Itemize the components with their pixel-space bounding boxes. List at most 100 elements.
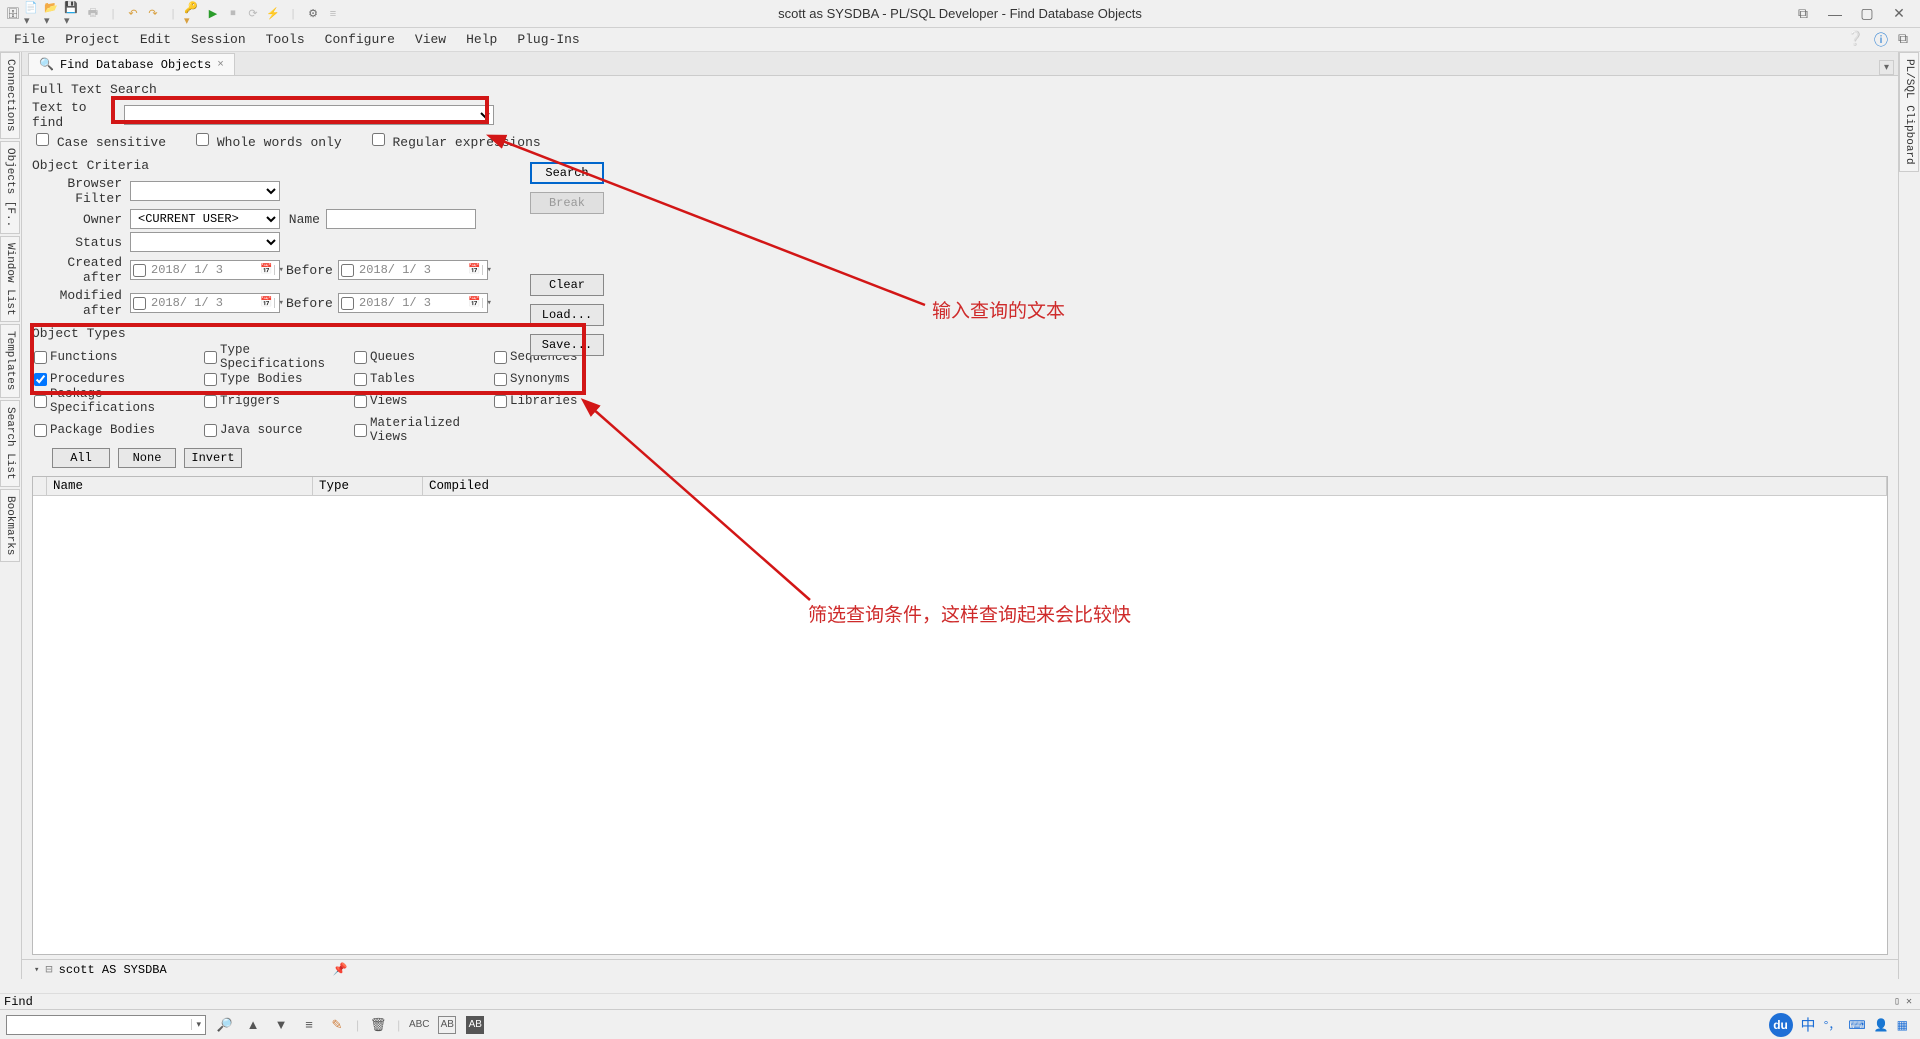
type-libraries[interactable]: Libraries [494, 387, 614, 415]
restore-down-icon[interactable]: ⧉ [1794, 5, 1812, 23]
abc-icon[interactable]: ABC [410, 1016, 428, 1034]
regex-checkbox[interactable]: Regular expressions [372, 133, 541, 150]
modified-before-date[interactable]: 📅▾ [338, 293, 488, 313]
run-icon[interactable]: ▶ [204, 5, 222, 23]
type-type-bodies[interactable]: Type Bodies [204, 372, 354, 386]
col-name[interactable]: Name [47, 477, 313, 495]
modified-after-date[interactable]: 📅▾ [130, 293, 280, 313]
type-tables[interactable]: Tables [354, 372, 494, 386]
invert-button[interactable]: Invert [184, 448, 242, 468]
menu-configure[interactable]: Configure [325, 32, 395, 47]
find-next-icon[interactable]: ▼ [272, 1016, 290, 1034]
owner-select[interactable]: <CURRENT USER> [130, 209, 280, 229]
help-icon[interactable]: ❔ [1847, 31, 1864, 48]
menu-tools[interactable]: Tools [266, 32, 305, 47]
name-input[interactable] [326, 209, 476, 229]
find-close-icon[interactable]: ▯ ✕ [1894, 996, 1920, 1008]
pin-icon[interactable]: 📌 [333, 962, 348, 977]
chevron-down-icon[interactable]: ▾ [191, 1019, 205, 1030]
type-mviews[interactable]: Materialized Views [354, 416, 494, 444]
vtab-bookmarks[interactable]: Bookmarks [0, 489, 20, 562]
save-icon[interactable]: 💾▾ [64, 5, 82, 23]
thunder-icon[interactable]: ⚡ [264, 5, 282, 23]
find-icon[interactable]: 🔎 [216, 1016, 234, 1034]
type-type-specs[interactable]: Type Specifications [204, 343, 354, 371]
db-icon[interactable]: 🗄 [4, 5, 22, 23]
vtab-templates[interactable]: Templates [0, 324, 20, 397]
vtab-windowlist[interactable]: Window List [0, 236, 20, 323]
menu-plugins[interactable]: Plug-Ins [517, 32, 579, 47]
key-icon[interactable]: 🔑▾ [184, 5, 202, 23]
baidu-tray-icon[interactable]: du [1769, 1013, 1793, 1037]
conn-dropdown-icon[interactable]: ▾ [34, 965, 39, 975]
list-icon[interactable]: ≡ [300, 1016, 318, 1034]
trash-icon[interactable]: 🗑 [369, 1016, 387, 1034]
tab-overflow[interactable]: ▾ [1879, 60, 1894, 75]
menu-project[interactable]: Project [65, 32, 120, 47]
search-button[interactable]: Search [530, 162, 604, 184]
case-sensitive-checkbox[interactable]: Case sensitive [36, 133, 166, 150]
layout-icon[interactable]: ⧉ [1898, 32, 1908, 48]
open-icon[interactable]: 📂▾ [44, 5, 62, 23]
close-window-icon[interactable]: ✕ [1890, 5, 1908, 23]
menu-session[interactable]: Session [191, 32, 246, 47]
vtab-connections[interactable]: Connections [0, 52, 20, 139]
text-to-find-input[interactable] [124, 105, 494, 125]
col-compiled[interactable]: Compiled [423, 477, 1887, 495]
type-java-source[interactable]: Java source [204, 416, 354, 444]
type-functions[interactable]: Functions [34, 343, 204, 371]
keyboard-icon[interactable]: ⌨ [1848, 1018, 1865, 1032]
type-package-specs[interactable]: Package Specifications [34, 387, 204, 415]
created-before-date[interactable]: 📅▾ [338, 260, 488, 280]
maximize-icon[interactable]: ▢ [1858, 5, 1876, 23]
vtab-searchlist[interactable]: Search List [0, 400, 20, 487]
bottom-search-input[interactable]: ▾ [6, 1015, 206, 1035]
punct-icon[interactable]: °， [1824, 1016, 1841, 1033]
grid-icon[interactable]: ▦ [1897, 1018, 1908, 1032]
browser-filter-select[interactable] [130, 181, 280, 201]
modified-before-label: Before [286, 296, 332, 311]
save-button[interactable]: Save... [530, 334, 604, 356]
find-prev-icon[interactable]: ▲ [244, 1016, 262, 1034]
type-synonyms[interactable]: Synonyms [494, 372, 614, 386]
status-select[interactable] [130, 232, 280, 252]
info-icon[interactable]: ⓘ [1874, 30, 1888, 50]
type-queues[interactable]: Queues [354, 343, 494, 371]
undo-icon[interactable]: ↶ [124, 5, 142, 23]
menu-help[interactable]: Help [466, 32, 497, 47]
refresh-icon[interactable]: ⟳ [244, 5, 262, 23]
ime-icon[interactable]: 中 [1801, 1014, 1816, 1035]
minimize-icon[interactable]: — [1826, 5, 1844, 23]
type-triggers[interactable]: Triggers [204, 387, 354, 415]
all-button[interactable]: All [52, 448, 110, 468]
menu-edit[interactable]: Edit [140, 32, 171, 47]
connection-text[interactable]: scott AS SYSDBA [53, 963, 173, 977]
type-package-bodies[interactable]: Package Bodies [34, 416, 204, 444]
load-button[interactable]: Load... [530, 304, 604, 326]
rocket-icon[interactable]: ≡ [324, 5, 342, 23]
menu-file[interactable]: File [14, 32, 45, 47]
redo-icon[interactable]: ↷ [144, 5, 162, 23]
ab2-icon[interactable]: AB [466, 1016, 484, 1034]
vtab-clipboard[interactable]: PL/SQL Clipboard [1899, 52, 1919, 172]
type-procedures[interactable]: Procedures [34, 372, 204, 386]
type-views[interactable]: Views [354, 387, 494, 415]
clear-button[interactable]: Clear [530, 274, 604, 296]
user-icon[interactable]: 👤 [1874, 1018, 1889, 1032]
stop-icon[interactable]: ⏹ [224, 5, 242, 23]
tab-find-objects[interactable]: 🔍 Find Database Objects × [28, 53, 235, 75]
whole-words-checkbox[interactable]: Whole words only [196, 133, 342, 150]
col-type[interactable]: Type [313, 477, 423, 495]
print-icon[interactable]: 🖶 [84, 5, 102, 23]
col-blank[interactable] [33, 477, 47, 495]
new-icon[interactable]: 📄▾ [24, 5, 42, 23]
vtab-objects[interactable]: Objects [F.. [0, 141, 20, 234]
menu-view[interactable]: View [415, 32, 446, 47]
tab-close-icon[interactable]: × [217, 59, 224, 71]
highlight-icon[interactable]: ✎ [328, 1016, 346, 1034]
results-table: Name Type Compiled [32, 476, 1888, 955]
settings-icon[interactable]: ⚙ [304, 5, 322, 23]
created-after-date[interactable]: 📅▾ [130, 260, 280, 280]
ab-icon[interactable]: AB [438, 1016, 456, 1034]
none-button[interactable]: None [118, 448, 176, 468]
